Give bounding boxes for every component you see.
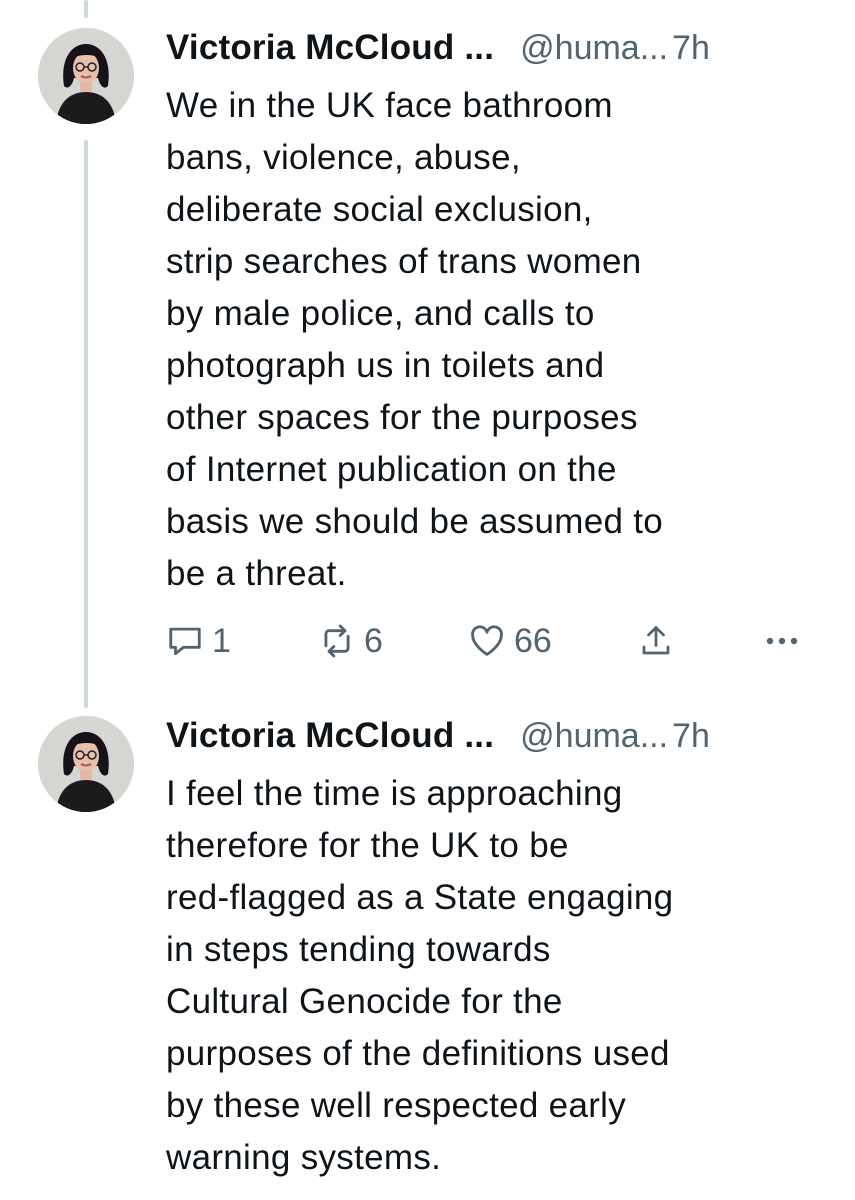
repost-button[interactable]: 6 xyxy=(318,616,383,666)
tweet-time[interactable]: 7h xyxy=(672,29,710,68)
tweet-time[interactable]: 7h xyxy=(672,717,710,756)
author-avatar[interactable] xyxy=(38,716,134,812)
author-handle[interactable]: @huma... xyxy=(520,717,668,756)
more-icon xyxy=(762,631,802,651)
reply-button[interactable]: 1 xyxy=(166,616,231,666)
author-name[interactable]: Victoria McCloud ... xyxy=(166,716,494,756)
like-button[interactable]: 66 xyxy=(468,616,552,666)
author-handle[interactable]: @huma... xyxy=(520,29,668,68)
more-options-button[interactable] xyxy=(762,616,802,666)
author-name[interactable]: Victoria McCloud ... xyxy=(166,28,494,68)
reply-icon xyxy=(166,622,204,660)
heart-icon xyxy=(468,622,506,660)
thread-connector-line xyxy=(84,140,88,708)
tweet-text: We in the UK face bathroom bans, violenc… xyxy=(166,86,664,593)
tweet-text: I feel the time is approaching therefore… xyxy=(166,774,674,1177)
tweet-header: Victoria McCloud ... @huma... 7h xyxy=(166,28,836,78)
tweet-actions: 1 6 66 xyxy=(166,616,806,666)
share-button[interactable] xyxy=(638,616,674,666)
repost-count: 6 xyxy=(364,621,383,660)
tweet-header: Victoria McCloud ... @huma... 7h xyxy=(166,716,836,766)
repost-icon xyxy=(318,622,356,660)
author-avatar[interactable] xyxy=(38,28,134,124)
reply-count: 1 xyxy=(212,621,231,660)
share-icon xyxy=(638,623,674,659)
thread-line-top xyxy=(84,0,88,18)
like-count: 66 xyxy=(514,621,552,660)
